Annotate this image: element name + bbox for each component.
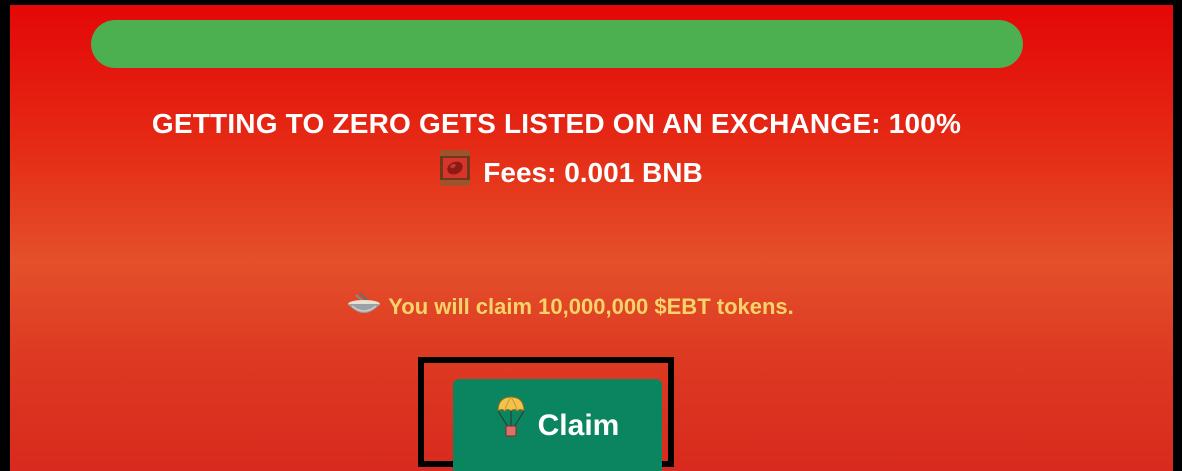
claim-amount-text: You will claim 10,000,000 $EBT tokens.: [388, 294, 794, 319]
fees-row: Fees: 0.001 BNB: [10, 148, 1130, 195]
claim-button[interactable]: Claim: [453, 379, 662, 471]
claim-amount-info: You will claim 10,000,000 $EBT tokens.: [10, 290, 1130, 324]
fees-text: Fees: 0.001 BNB: [483, 157, 703, 188]
claim-button-label: Claim: [537, 409, 620, 442]
progress-fill: [91, 20, 1023, 68]
progress-status-text: GETTING TO ZERO GETS LISTED ON AN EXCHAN…: [151, 108, 962, 139]
parachute-icon: [496, 395, 526, 447]
bowl-icon: [346, 290, 382, 324]
claim-panel: GETTING TO ZERO GETS LISTED ON AN EXCHAN…: [10, 5, 1173, 471]
progress-bar: [91, 20, 1023, 68]
bean-can-icon: [437, 148, 473, 195]
